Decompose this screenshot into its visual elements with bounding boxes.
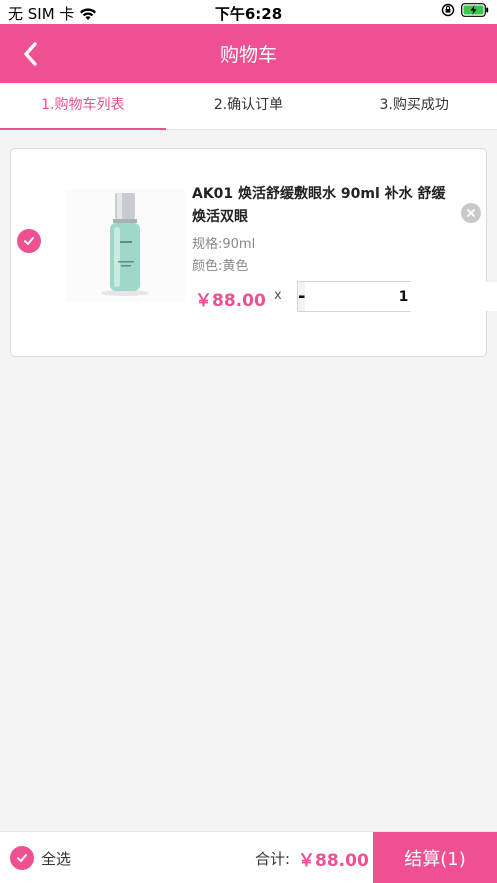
nav-bar: 购物车 [0, 24, 497, 83]
product-color: 颜色:黄色 [192, 259, 249, 274]
product-spec: 规格:90ml [192, 237, 256, 252]
decrease-quantity-button[interactable]: - [298, 282, 306, 311]
step-cart-list[interactable]: 1.购物车列表 [0, 83, 166, 130]
checkmark-icon [17, 854, 27, 862]
cart-item-card: AK01 焕活舒缓敷眼水 90ml 补水 舒缓焕活双眼 规格:90ml 颜色:黄… [10, 148, 497, 357]
status-bar: 无 SIM 卡 下午6:28 [0, 0, 497, 24]
total-label: 合计: [255, 850, 291, 868]
close-icon [467, 209, 475, 217]
select-all-label: 全选 [41, 849, 72, 868]
select-all-toggle[interactable]: 全选 [10, 846, 71, 870]
total-value: ￥88.00 [298, 851, 369, 871]
checkout-steps: 1.购物车列表 2.确认订单 3.购买成功 [0, 83, 497, 130]
checkmark-icon [24, 237, 34, 245]
orientation-lock-icon [441, 3, 455, 17]
toner-bottle-icon [65, 189, 185, 301]
page-title: 购物车 [219, 44, 277, 66]
multiply-sign: x [274, 288, 282, 303]
checkout-bar: 全选 合计: ￥88.00 结算(1) [0, 831, 497, 883]
quantity-input[interactable] [305, 282, 497, 311]
product-price: ￥88.00 [195, 291, 266, 311]
product-image[interactable] [65, 189, 185, 301]
remove-item-button[interactable] [461, 203, 481, 223]
product-title[interactable]: AK01 焕活舒缓敷眼水 90ml 补水 舒缓焕活双眼 [192, 183, 452, 229]
step-confirm-order[interactable]: 2.确认订单 [166, 83, 332, 129]
checkout-button[interactable]: 结算(1) [373, 832, 497, 883]
select-all-checkbox[interactable] [10, 846, 34, 870]
step-purchase-success[interactable]: 3.购买成功 [331, 83, 497, 129]
status-time: 下午6:28 [214, 5, 283, 23]
quantity-stepper: - + [297, 281, 497, 312]
battery-charging-icon [461, 3, 489, 17]
status-right [441, 3, 489, 17]
item-checkbox[interactable] [17, 229, 41, 253]
